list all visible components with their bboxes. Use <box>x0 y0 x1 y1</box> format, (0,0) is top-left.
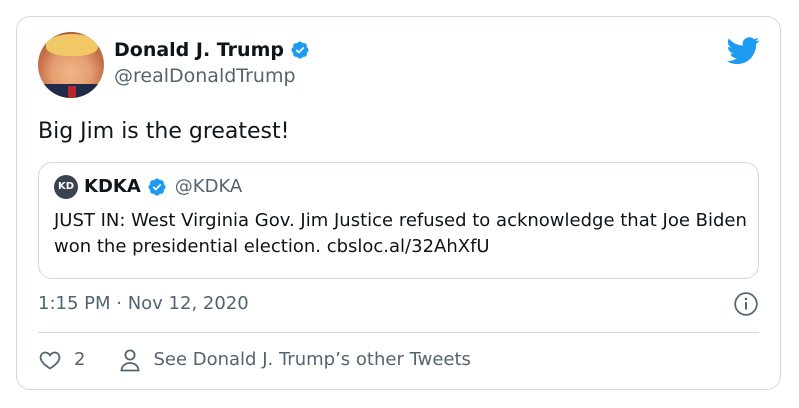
person-icon <box>121 349 140 372</box>
tweet-timestamp[interactable]: 1:15 PM · Nov 12, 2020 <box>38 291 249 317</box>
like-count: 2 <box>74 349 86 370</box>
author-handle[interactable]: @realDonaldTrump <box>114 63 310 89</box>
verified-badge-icon <box>148 178 166 196</box>
avatar-tie <box>68 86 76 98</box>
quoted-tweet-text: JUST IN: West Virginia Gov. Jim Justice … <box>54 210 747 257</box>
quoted-tweet-header: KD KDKA @KDKA <box>54 175 242 199</box>
other-tweets-link[interactable]: See Donald J. Trump’s other Tweets <box>119 347 471 373</box>
tweet-text: Big Jim is the greatest! <box>38 119 290 144</box>
verified-badge-icon <box>291 41 309 59</box>
tweet-card[interactable]: Donald J. Trump @realDonaldTrump Big Jim… <box>16 16 781 390</box>
author-avatar[interactable] <box>38 32 104 98</box>
twitter-bird-icon[interactable] <box>726 37 760 65</box>
quoted-display-name[interactable]: KDKA <box>84 175 141 199</box>
like-button[interactable]: 2 <box>38 347 85 373</box>
avatar-hair <box>46 34 98 56</box>
divider <box>38 332 759 333</box>
other-tweets-label[interactable]: See Donald J. Trump’s other Tweets <box>153 347 470 373</box>
author-name-row[interactable]: Donald J. Trump <box>114 38 310 62</box>
author-info: Donald J. Trump @realDonaldTrump <box>114 38 310 89</box>
quoted-handle[interactable]: @KDKA <box>175 175 242 199</box>
heart-icon <box>39 351 61 370</box>
author-display-name[interactable]: Donald J. Trump <box>114 38 284 62</box>
info-icon[interactable] <box>733 291 759 317</box>
quoted-tweet[interactable]: KD KDKA @KDKA JUST IN: West Virginia Gov… <box>38 162 759 279</box>
kdka-avatar[interactable]: KD <box>54 175 78 199</box>
tweet-actions: 2 See Donald J. Trump’s other Tweets <box>38 347 471 373</box>
